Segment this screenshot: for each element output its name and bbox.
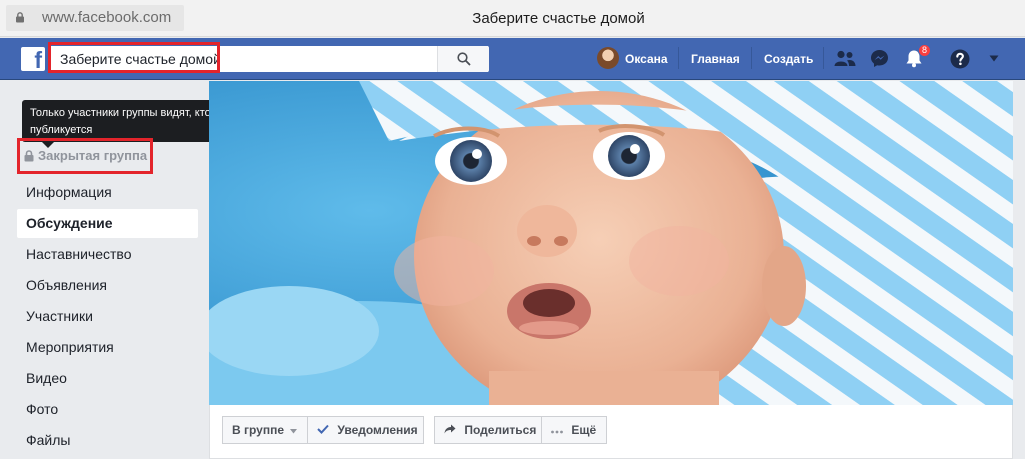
sidebar-item-videos[interactable]: Видео bbox=[17, 364, 198, 393]
avatar[interactable] bbox=[597, 47, 619, 69]
share-button[interactable]: Поделиться bbox=[434, 416, 542, 444]
help-icon[interactable] bbox=[950, 49, 970, 69]
url-text: www.facebook.com bbox=[42, 9, 172, 26]
nav-divider bbox=[751, 47, 752, 69]
sidebar-item-members[interactable]: Участники bbox=[17, 302, 198, 331]
share-arrow-icon bbox=[444, 424, 456, 434]
nav-divider bbox=[823, 47, 824, 69]
share-label: Поделиться bbox=[464, 423, 537, 437]
checkmark-icon bbox=[317, 424, 329, 434]
privacy-highlight-box bbox=[17, 138, 153, 174]
sidebar-item-discussion[interactable]: Обсуждение bbox=[17, 209, 198, 238]
nav-divider bbox=[678, 47, 679, 69]
home-link[interactable]: Главная bbox=[691, 52, 740, 66]
lock-icon bbox=[16, 12, 24, 23]
sidebar-item-files[interactable]: Файлы bbox=[17, 426, 198, 455]
search-icon bbox=[457, 52, 471, 66]
search-highlight-box bbox=[48, 42, 220, 73]
joined-group-button[interactable]: В группе bbox=[222, 416, 308, 444]
search-button[interactable] bbox=[437, 46, 489, 72]
more-label: Ещё bbox=[571, 423, 597, 437]
sidebar-item-announcements[interactable]: Объявления bbox=[17, 271, 198, 300]
more-dots-icon bbox=[551, 430, 563, 434]
sidebar-item-events[interactable]: Мероприятия bbox=[17, 333, 198, 362]
sidebar-item-photos[interactable]: Фото bbox=[17, 395, 198, 424]
group-actions-bar: В группе Уведомления Поделиться Ещё bbox=[209, 405, 1013, 459]
notifications-button[interactable]: Уведомления bbox=[307, 416, 424, 444]
friends-icon[interactable] bbox=[834, 50, 856, 67]
messenger-icon[interactable] bbox=[870, 49, 889, 68]
account-menu-chevron-down-icon[interactable] bbox=[989, 55, 999, 62]
url-field[interactable]: www.facebook.com bbox=[6, 5, 184, 31]
joined-group-label: В группе bbox=[232, 423, 285, 437]
create-link[interactable]: Создать bbox=[764, 52, 813, 66]
sidebar-item-mentorship[interactable]: Наставничество bbox=[17, 240, 198, 269]
sidebar-item-info[interactable]: Информация bbox=[17, 178, 198, 207]
group-cover-photo[interactable] bbox=[209, 81, 1013, 405]
profile-link[interactable]: Оксана bbox=[625, 52, 668, 66]
browser-address-bar: www.facebook.com Заберите счастье домой bbox=[0, 0, 1025, 37]
facebook-logo-icon[interactable]: f bbox=[21, 47, 45, 73]
chevron-down-icon bbox=[290, 429, 298, 434]
more-button[interactable]: Ещё bbox=[541, 416, 607, 444]
notifications-count-badge: 8 bbox=[918, 44, 931, 57]
cover-photo-baby-image bbox=[209, 81, 1013, 405]
notifications-label: Уведомления bbox=[337, 423, 418, 437]
